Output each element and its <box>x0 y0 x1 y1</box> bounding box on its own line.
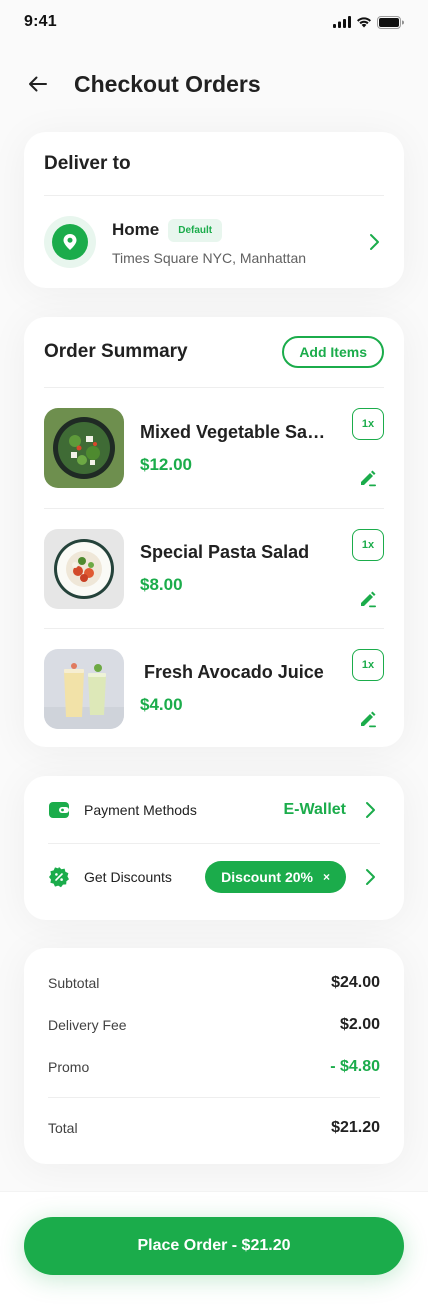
totals-card: Subtotal $24.00 Delivery Fee $2.00 Promo… <box>24 948 404 1164</box>
edit-icon <box>361 470 376 487</box>
order-item[interactable]: Fresh Avocado Juice $4.00 1x <box>44 628 384 748</box>
chevron-right-icon <box>366 801 375 818</box>
page-title: Checkout Orders <box>74 70 261 97</box>
edit-item-button[interactable] <box>358 589 378 609</box>
place-order-button[interactable]: Place Order - $21.20 <box>24 1217 404 1275</box>
item-name: Mixed Vegetable Salad <box>140 421 330 442</box>
default-badge: Default <box>168 218 223 242</box>
chevron-right-icon <box>370 234 379 250</box>
signal-icon <box>333 16 351 28</box>
discount-chevron-button[interactable] <box>360 867 380 887</box>
order-item[interactable]: Mixed Vegetable Salad $12.00 1x <box>44 388 384 508</box>
address-detail: Times Square NYC, Manhattan <box>112 249 307 266</box>
order-item[interactable]: Special Pasta Salad $8.00 1x <box>44 508 384 628</box>
subtotal-value: $24.00 <box>331 974 380 991</box>
order-summary-title: Order Summary <box>44 341 188 362</box>
get-discounts-label: Get Discounts <box>84 869 172 885</box>
status-time: 9:41 <box>24 13 57 30</box>
payment-methods-label: Payment Methods <box>84 801 197 818</box>
promo-label: Promo <box>48 1059 90 1075</box>
status-icons <box>333 15 404 29</box>
status-bar: 9:41 <box>0 0 428 44</box>
edit-icon <box>361 591 376 607</box>
add-items-button[interactable]: Add Items <box>282 336 384 368</box>
item-price: $12.00 <box>140 454 192 474</box>
discount-chip[interactable]: Discount 20% × <box>205 861 346 893</box>
wallet-icon <box>49 801 69 818</box>
discounts-row[interactable]: Get Discounts Discount 20% × <box>48 843 380 910</box>
item-name: Special Pasta Salad <box>140 542 310 562</box>
discount-icon <box>49 867 69 888</box>
payment-chevron-button[interactable] <box>360 800 380 820</box>
item-price: $8.00 <box>140 575 183 594</box>
wifi-icon <box>357 17 371 28</box>
edit-item-button[interactable] <box>358 468 378 488</box>
deliver-to-card: Deliver to Home Default Times Square NYC… <box>24 132 404 288</box>
back-button[interactable] <box>24 70 52 98</box>
back-arrow-icon <box>29 76 47 92</box>
deliver-to-header: Deliver to <box>44 132 384 195</box>
total-label: Total <box>48 1120 78 1136</box>
promo-row: Promo - $4.80 <box>48 1046 380 1088</box>
delivery-fee-value: $2.00 <box>339 1016 380 1033</box>
header: Checkout Orders <box>24 62 404 106</box>
item-image-juice <box>44 648 124 729</box>
delivery-fee-row: Delivery Fee $2.00 <box>48 1004 380 1046</box>
edit-item-button[interactable] <box>358 709 378 729</box>
quantity-box[interactable]: 1x <box>352 648 384 681</box>
order-summary-header: Order Summary Add Items <box>44 317 384 387</box>
total-row: Total $21.20 <box>48 1107 380 1149</box>
subtotal-row: Subtotal $24.00 <box>48 962 380 1004</box>
payment-card: Payment Methods E-Wallet Get Discounts D… <box>24 776 404 920</box>
location-badge <box>44 216 96 268</box>
quantity-box[interactable]: 1x <box>352 408 384 440</box>
delivery-fee-label: Delivery Fee <box>48 1017 127 1033</box>
promo-value: - $4.80 <box>330 1058 380 1075</box>
chevron-right-icon <box>366 869 375 885</box>
payment-method-value: E-Wallet <box>283 800 346 818</box>
location-pin-icon <box>63 234 77 250</box>
item-image-salad <box>44 408 124 488</box>
battery-icon <box>377 15 404 29</box>
order-summary-card: Order Summary Add Items Mixed Vegetable … <box>24 317 404 747</box>
item-price: $4.00 <box>140 695 183 714</box>
quantity-box[interactable]: 1x <box>352 528 384 561</box>
bottom-bar: Place Order - $21.20 <box>0 1191 428 1310</box>
divider <box>48 1097 380 1098</box>
total-value: $21.20 <box>331 1119 380 1136</box>
payment-methods-row[interactable]: Payment Methods E-Wallet <box>48 776 380 843</box>
address-chevron-button[interactable] <box>364 232 384 252</box>
edit-icon <box>361 711 376 727</box>
item-name: Fresh Avocado Juice <box>144 662 324 682</box>
subtotal-label: Subtotal <box>48 975 100 991</box>
remove-discount-button[interactable]: × <box>323 870 330 884</box>
address-text: Home Default Times Square NYC, Manhattan <box>112 218 364 266</box>
discount-chip-label: Discount 20% <box>221 869 313 885</box>
item-image-pasta <box>44 528 124 609</box>
deliver-to-title: Deliver to <box>44 152 131 174</box>
address-row[interactable]: Home Default Times Square NYC, Manhattan <box>44 196 384 288</box>
address-name: Home <box>112 220 160 239</box>
